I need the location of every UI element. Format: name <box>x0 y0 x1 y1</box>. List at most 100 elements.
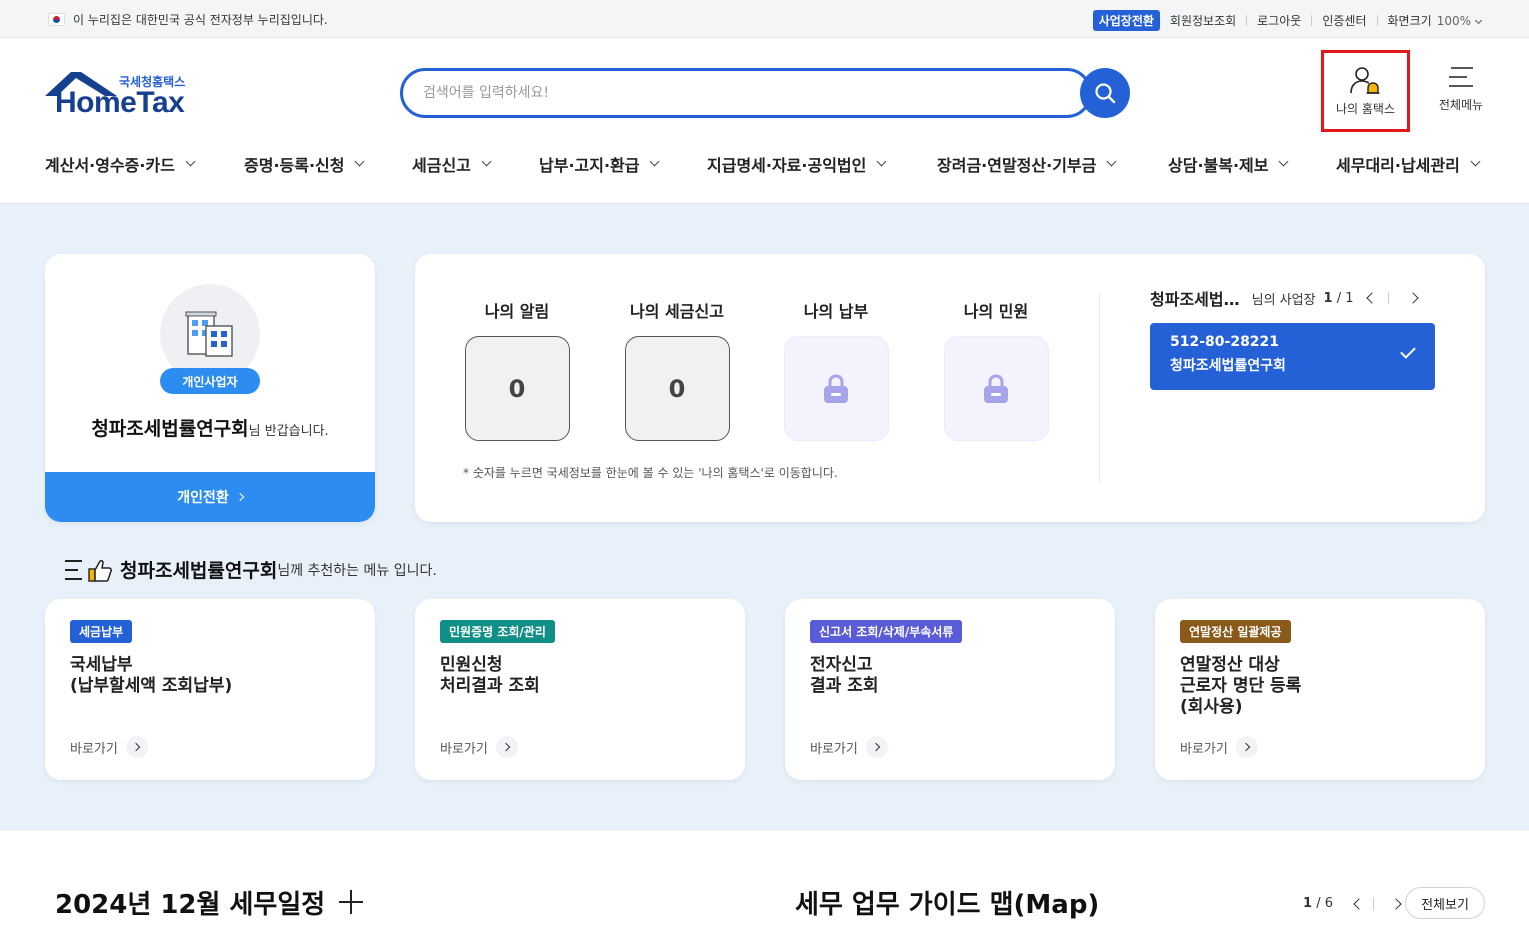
hometax-logo[interactable]: 국세청홈택스 HomeTax <box>45 70 205 122</box>
recommend-card[interactable]: 연말정산 일괄제공 연말정산 대상 근로자 명단 등록 (회사용) 바로가기 <box>1155 599 1485 780</box>
chevron-down-icon <box>1279 156 1289 166</box>
prev-arrow-icon[interactable] <box>1365 292 1378 304</box>
divider <box>1099 294 1100 482</box>
recommend-badge: 연말정산 일괄제공 <box>1180 620 1291 643</box>
gnb-item-payment[interactable]: 납부·고지·환급 <box>539 152 660 176</box>
chevron-down-icon <box>1474 16 1483 25</box>
civil-locked-button[interactable] <box>943 336 1049 441</box>
screen-size-control[interactable]: 화면크기 100% <box>1388 12 1483 29</box>
gnb-label: 계산서·영수증·카드 <box>45 156 175 175</box>
status-note: * 숫자를 누르면 국세정보를 한눈에 볼 수 있는 '나의 홈택스'로 이동합… <box>463 466 838 480</box>
selected-business-card[interactable]: 512-80-28221 청파조세법률연구회 <box>1150 323 1435 390</box>
stat-my-alerts: 나의 알림 0 <box>447 298 587 441</box>
gnb-item-consulting[interactable]: 상담·불복·제보 <box>1168 152 1289 176</box>
chevron-down-icon <box>481 156 492 166</box>
lock-icon <box>984 373 1008 403</box>
business-suffix: 님의 사업장 <box>1251 292 1316 308</box>
title-line: 민원신청 <box>440 655 503 675</box>
schedule-title: 2024년 12월 세무일정 <box>55 890 326 920</box>
global-nav: 계산서·영수증·카드 증명·등록·신청 세금신고 납부·고지·환급 지급명세·자… <box>0 146 1529 204</box>
gnb-label: 장려금·연말정산·기부금 <box>937 156 1097 175</box>
recommend-heading: 청파조세법률연구회 님께 추천하는 메뉴 입니다. <box>64 556 437 583</box>
profile-card: 개인사업자 청파조세법률연구회님 반갑습니다. 개인전환 <box>45 254 375 522</box>
alerts-count-button[interactable]: 0 <box>464 336 570 441</box>
go-link[interactable]: 바로가기 <box>810 736 888 758</box>
full-menu-button[interactable]: 전체메뉴 <box>1431 66 1491 113</box>
recommend-card[interactable]: 신고서 조회/삭제/부속서류 전자신고 결과 조회 바로가기 <box>785 599 1115 780</box>
gnb-item-statements[interactable]: 지급명세·자료·공익법인 <box>707 152 887 176</box>
view-all-button[interactable]: 전체보기 <box>1405 887 1485 919</box>
gnb-item-tax-filing[interactable]: 세금신고 <box>412 152 492 176</box>
hamburger-menu-icon <box>1449 67 1473 87</box>
go-link[interactable]: 바로가기 <box>440 736 518 758</box>
logout-link[interactable]: 로그아웃 <box>1257 12 1301 29</box>
personal-switch-label: 개인전환 <box>177 490 229 506</box>
title-line: 결과 조회 <box>810 676 879 696</box>
tax-filing-count-button[interactable]: 0 <box>624 336 730 441</box>
next-arrow-icon[interactable] <box>1406 292 1419 304</box>
business-short-name: 청파조세법… <box>1150 290 1240 309</box>
lock-icon <box>824 373 848 403</box>
page-total: / 6 <box>1316 896 1333 911</box>
chevron-down-icon <box>650 156 660 166</box>
go-label: 바로가기 <box>70 741 118 757</box>
recommend-badge: 신고서 조회/삭제/부속서류 <box>810 620 963 643</box>
divider <box>1376 15 1378 26</box>
stat-title: 나의 민원 <box>963 302 1029 321</box>
gnb-item-tax-agent[interactable]: 세무대리·납세관리 <box>1336 152 1481 176</box>
gov-notice-text: 이 누리집은 대한민국 공식 전자정부 누리집입니다. <box>73 13 328 27</box>
user-name: 청파조세법률연구회 <box>91 418 249 440</box>
building-icon <box>185 311 233 357</box>
recommend-badge: 민원증명 조회/관리 <box>440 620 555 643</box>
search-input[interactable] <box>423 71 1063 115</box>
gnb-label: 납부·고지·환급 <box>539 156 640 175</box>
gnb-item-incentives[interactable]: 장려금·연말정산·기부금 <box>937 152 1117 176</box>
personal-switch-button[interactable]: 개인전환 <box>45 472 375 522</box>
user-type-badge: 개인사업자 <box>160 368 260 394</box>
full-menu-label: 전체메뉴 <box>1438 98 1484 112</box>
recommend-user-name: 청파조세법률연구회 <box>120 560 278 582</box>
page-total: / 1 <box>1336 290 1354 306</box>
list-thumbs-up-icon <box>65 559 112 582</box>
page-current: 1 <box>1303 896 1313 911</box>
gnb-item-invoice[interactable]: 계산서·영수증·카드 <box>45 152 196 176</box>
go-link[interactable]: 바로가기 <box>1180 736 1258 758</box>
recommend-title: 연말정산 대상 근로자 명단 등록 (회사용) <box>1180 655 1470 718</box>
divider <box>1387 292 1389 304</box>
page-current: 1 <box>1323 290 1333 306</box>
divider <box>1246 15 1248 26</box>
payment-locked-button[interactable] <box>783 336 889 441</box>
recommend-title: 국세납부 (납부할세액 조회납부) <box>70 655 360 697</box>
go-label: 바로가기 <box>1180 741 1228 757</box>
business-name: 청파조세법률연구회 <box>1170 358 1286 374</box>
gnb-item-certificate[interactable]: 증명·등록·신청 <box>244 152 365 176</box>
recommend-card[interactable]: 세금납부 국세납부 (납부할세액 조회납부) 바로가기 <box>45 599 375 780</box>
korea-flag-icon <box>48 13 65 26</box>
search-box <box>400 68 1092 118</box>
business-switch-button[interactable]: 사업장전환 <box>1092 10 1160 31</box>
divider <box>1311 15 1313 26</box>
chevron-right-icon <box>495 736 518 758</box>
recommend-card[interactable]: 민원증명 조회/관리 민원신청 처리결과 조회 바로가기 <box>415 599 745 780</box>
gnb-label: 증명·등록·신청 <box>244 156 345 175</box>
stat-my-civil: 나의 민원 <box>926 298 1066 441</box>
next-arrow-icon[interactable] <box>1390 897 1402 910</box>
recommend-suffix: 님께 추천하는 메뉴 입니다. <box>277 562 437 579</box>
user-bell-icon <box>1349 66 1379 94</box>
cert-center-link[interactable]: 인증센터 <box>1322 12 1366 29</box>
logo-wordmark: HomeTax <box>55 86 185 119</box>
search-button[interactable] <box>1080 68 1130 118</box>
business-pager: 1 / 1 <box>1324 291 1354 306</box>
gnb-label: 세금신고 <box>412 156 471 175</box>
stat-title: 나의 알림 <box>484 302 550 321</box>
plus-icon[interactable] <box>337 888 365 916</box>
go-label: 바로가기 <box>440 741 488 757</box>
chevron-right-icon <box>125 736 148 758</box>
member-info-link[interactable]: 회원정보조회 <box>1170 12 1236 29</box>
my-hometax-button[interactable]: 나의 홈택스 <box>1321 50 1410 132</box>
chevron-right-icon <box>1235 736 1258 758</box>
go-link[interactable]: 바로가기 <box>70 736 148 758</box>
chevron-right-icon <box>865 736 888 758</box>
title-line: 연말정산 대상 <box>1180 655 1280 675</box>
prev-arrow-icon[interactable] <box>1353 897 1365 910</box>
